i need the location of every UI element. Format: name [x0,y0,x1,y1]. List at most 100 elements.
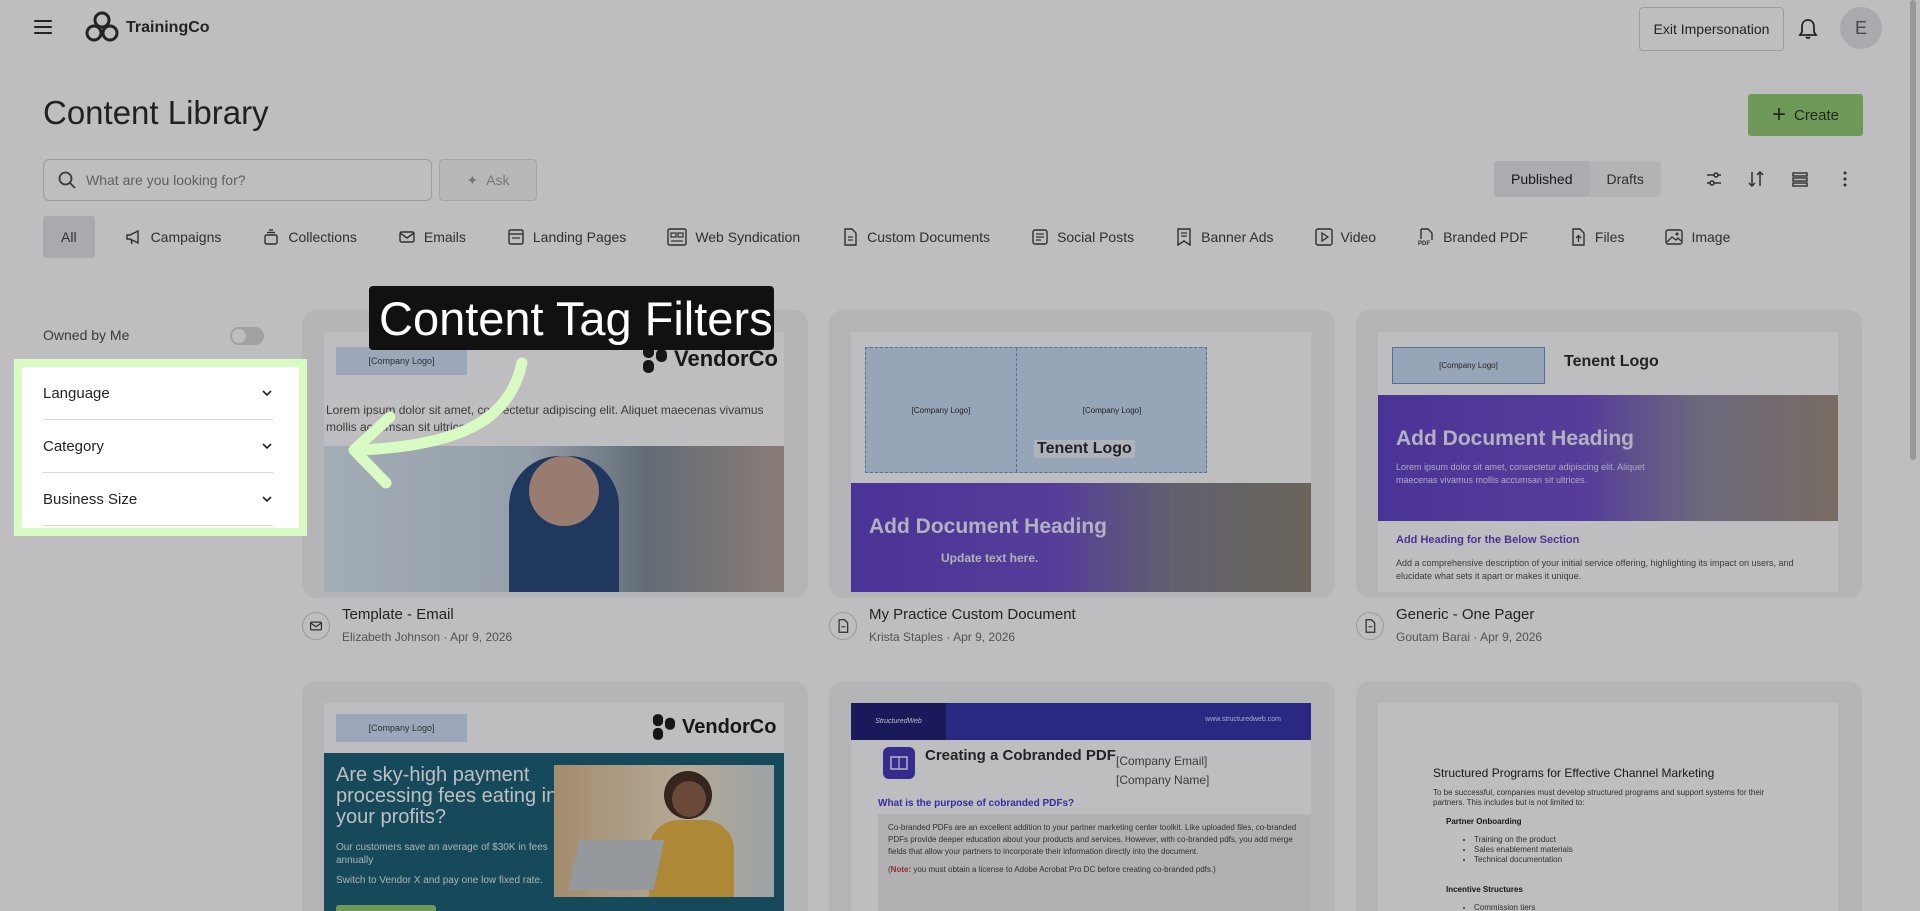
chevron-down-icon [262,443,272,450]
laptop-shape [568,840,665,890]
tab-label: Custom Documents [867,229,991,245]
search-box[interactable] [43,159,432,201]
tab-social-posts[interactable]: Social Posts [1020,216,1145,258]
tab-campaigns[interactable]: Campaigns [114,216,233,258]
document-type-icon [829,612,857,640]
sort-icon[interactable] [1747,170,1765,188]
search-input[interactable] [86,172,406,188]
filter-language[interactable]: Language [43,367,273,420]
filter-label: Language [43,384,110,402]
tab-video[interactable]: Video [1304,216,1388,258]
app-logo[interactable]: TrainingCo [84,10,210,46]
tab-label: Web Syndication [695,229,801,245]
note-text: you must obtain a license to Adobe Acrob… [911,865,1214,874]
scrollbar-thumb[interactable] [1910,0,1916,460]
pdf-note: (Note: you must obtain a license to Adob… [888,865,1216,874]
filter-label: Business Size [43,490,138,508]
svg-text:PDF: PDF [1418,241,1430,246]
card-title[interactable]: Generic - One Pager [1396,606,1534,623]
published-tab[interactable]: Published [1494,161,1590,197]
ask-button[interactable]: ✦ Ask [439,159,537,201]
list-item: Training on the product [1474,835,1573,845]
tab-collections[interactable]: Collections [251,216,367,258]
company-email-field: [Company Email] [1116,754,1208,768]
top-bar: TrainingCo Exit Impersonation E [0,0,1920,58]
tab-label: Emails [423,229,466,245]
ask-label: Ask [486,172,510,188]
content-card[interactable]: StructuredWeb www.structuredweb.com Crea… [829,681,1335,911]
tab-label: Image [1691,229,1731,245]
list-item: Commission tiers [1474,903,1535,911]
tab-branded-pdf[interactable]: PDF Branded PDF [1406,216,1539,258]
pdf-book-icon [883,747,915,779]
file-upload-icon [1572,228,1585,246]
note-label: Note: [890,865,912,874]
chevron-down-icon [262,390,272,397]
section-body: Add a comprehensive description of your … [1396,558,1794,581]
company-name-field: [Company Name] [1116,773,1210,787]
list-view-icon[interactable] [1791,170,1809,188]
tab-landing-pages[interactable]: Landing Pages [496,216,637,258]
doc-heading: Structured Programs for Effective Channe… [1433,766,1715,780]
one-pager-thumbnail: [Company Logo] Tenent Logo Add Document … [1378,332,1838,592]
filter-sliders-icon[interactable] [1705,170,1723,188]
mail-icon [399,231,415,243]
card-date: Apr 9, 2026 [1480,630,1543,644]
email-type-icon [302,612,330,640]
card-date: Apr 9, 2026 [953,630,1016,644]
card-title[interactable]: Template - Email [342,606,454,623]
filter-business-size[interactable]: Business Size [43,473,273,526]
bell-icon[interactable] [1798,18,1818,40]
list-item: Sales enablement materials [1474,845,1573,855]
tab-image[interactable]: Image [1654,216,1741,258]
tab-label: Landing Pages [532,229,627,245]
logo-area: [Company Logo] [Company Logo] Tenent Log… [865,347,1207,473]
web-grid-icon [667,228,688,246]
tab-files[interactable]: Files [1558,216,1636,258]
chevron-down-icon [262,496,272,503]
pdf-header-bar: StructuredWeb www.structuredweb.com [851,703,1311,740]
list-item: Technical documentation [1474,855,1573,865]
menu-icon[interactable] [34,20,52,34]
heading-banner: Add Document Heading Update text here. [851,483,1311,592]
content-card[interactable]: [Company Logo] Tenent Logo Add Document … [1356,310,1862,598]
content-card[interactable]: [Company Logo] [Company Logo] Tenent Log… [829,310,1335,598]
tab-web-syndication[interactable]: Web Syndication [656,216,811,258]
tab-emails[interactable]: Emails [387,216,477,258]
ad-photo [554,765,774,897]
pdf-question: What is the purpose of cobranded PDFs? [878,798,1075,809]
card-title[interactable]: My Practice Custom Document [869,606,1076,623]
megaphone-icon [125,229,139,245]
avatar[interactable]: E [1840,7,1882,49]
ad-body: Our customers save an average of $30K in… [336,842,548,866]
pdf-heading: Creating a Cobranded PDF [925,747,1116,764]
tab-all[interactable]: All [43,216,95,258]
create-label: Create [1793,106,1840,124]
tab-custom-documents[interactable]: Custom Documents [830,216,1001,258]
create-button[interactable]: + Create [1748,94,1863,136]
ad-cta-button [336,905,436,911]
filter-category[interactable]: Category [43,420,273,473]
custom-document-thumbnail: [Company Logo] [Company Logo] Tenent Log… [851,332,1311,592]
page-title: Content Library [43,94,269,131]
image-icon [1665,229,1684,245]
content-card[interactable]: [Company Logo] VendorCo Are sky-high pay… [302,681,808,911]
document-icon [844,228,857,246]
pdf-body: Co-branded PDFs are an excellent additio… [888,823,1297,856]
drafts-tab[interactable]: Drafts [1590,161,1661,197]
content-card[interactable]: Structured Programs for Effective Channe… [1356,681,1862,911]
brand-url: www.structuredweb.com [1205,716,1281,723]
exit-impersonation-button[interactable]: Exit Impersonation [1639,7,1784,51]
tab-label: Campaigns [150,229,222,245]
tab-banner-ads[interactable]: Banner Ads [1164,216,1284,258]
doc-section-heading: Incentive Structures [1446,885,1523,894]
doc-list: Commission tiers [1474,903,1535,911]
doc-section-heading: Partner Onboarding [1446,817,1522,826]
tab-label: All [61,229,77,245]
card-meta: Goutam Barai · Apr 9, 2026 [1396,630,1543,644]
document-heading: Add Document Heading [869,515,1108,538]
card-author: Goutam Barai [1396,630,1471,644]
owned-by-me-toggle[interactable] [230,327,264,345]
logo-icon [85,11,119,42]
more-options-icon[interactable] [1836,170,1854,188]
